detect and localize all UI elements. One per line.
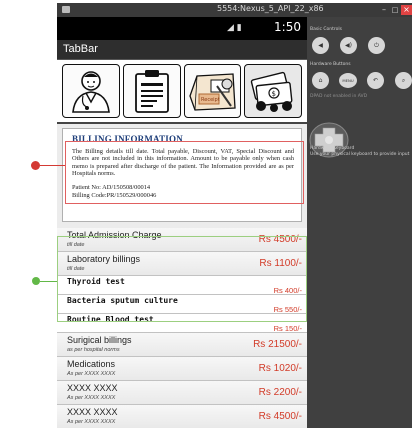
basic-controls-label: Basic Controls xyxy=(310,27,342,32)
callout-leader-1 xyxy=(40,165,65,166)
tab-bar: Receipt $ xyxy=(57,60,307,124)
emulator-control-panel: Basic Controls ◀ ◀) ⏻ Hardware Buttons ⌂… xyxy=(307,17,412,428)
app-title: TabBar xyxy=(63,43,98,55)
row-subtitle: As per XXXX XXXX xyxy=(67,371,116,377)
home-icon[interactable]: ⌂ xyxy=(312,72,329,89)
window-title: 5554:Nexus_5_API_22_x86 xyxy=(217,4,324,13)
billing-row-medications[interactable]: Medications As per XXXX XXXX Rs 1020/- xyxy=(57,357,307,381)
cash-icon: $ xyxy=(250,71,293,112)
billing-row-surgical[interactable]: Surigical billings as per hospital norms… xyxy=(57,333,307,357)
action-bar: TabBar xyxy=(57,40,307,60)
emulator-title-bar: 5554:Nexus_5_API_22_x86 – □ × xyxy=(57,3,412,17)
row-amount: Rs 1020/- xyxy=(258,363,302,374)
dpad-label: DPAD not enabled in AVD xyxy=(310,94,368,99)
close-icon[interactable]: × xyxy=(401,5,412,15)
search-icon[interactable]: ⌕ xyxy=(395,72,412,89)
tab-receipt[interactable]: Receipt xyxy=(183,64,242,118)
doctor-icon xyxy=(71,71,110,113)
menu-button[interactable]: MENU xyxy=(339,73,357,88)
power-icon[interactable]: ⏻ xyxy=(368,37,385,54)
row-subtitle: As per XXXX XXXX xyxy=(67,395,116,401)
volume-down-icon[interactable]: ◀ xyxy=(312,37,329,54)
status-bar: ◢ ▮ 1:50 xyxy=(57,17,307,40)
row-subtitle: As per XXXX XXXX xyxy=(67,419,116,425)
billing-row-other-2[interactable]: XXXX XXXX As per XXXX XXXX Rs 4500/- xyxy=(57,405,307,428)
svg-text:$: $ xyxy=(272,90,276,98)
row-title: XXXX XXXX xyxy=(67,407,118,417)
callout-leader-2 xyxy=(40,281,57,282)
callout-box-2 xyxy=(57,236,307,322)
row-title: Surigical billings xyxy=(67,335,132,345)
volume-up-icon[interactable]: ◀) xyxy=(340,37,357,54)
phone-screen: ◢ ▮ 1:50 TabBar Receipt $ BILLING INFORM… xyxy=(57,17,307,428)
row-subtitle: as per hospital norms xyxy=(67,347,120,353)
tab-doctor[interactable] xyxy=(62,64,120,118)
callout-marker-2 xyxy=(32,277,40,285)
row-amount: Rs 4500/- xyxy=(258,411,302,422)
tab-billing[interactable]: $ xyxy=(244,64,302,118)
hardware-keyboard-label: Hardware Keyboard xyxy=(310,146,355,151)
back-icon[interactable]: ↶ xyxy=(367,72,384,89)
receipt-icon: Receipt xyxy=(189,73,237,111)
svg-text:Receipt: Receipt xyxy=(201,97,220,103)
callout-box-1 xyxy=(65,141,304,204)
callout-marker-1 xyxy=(31,161,40,170)
signal-battery-icon: ◢ ▮ xyxy=(227,23,242,33)
row-amount: Rs 2200/- xyxy=(258,387,302,398)
minimize-icon[interactable]: – xyxy=(379,5,389,15)
status-time: 1:50 xyxy=(274,20,301,34)
clipboard-icon xyxy=(134,70,169,113)
emulator-app-icon xyxy=(62,6,70,13)
billing-row-other-1[interactable]: XXXX XXXX As per XXXX XXXX Rs 2200/- xyxy=(57,381,307,405)
row-title: Medications xyxy=(67,359,116,369)
maximize-icon[interactable]: □ xyxy=(390,5,400,15)
row-amount: Rs 21500/- xyxy=(253,339,302,350)
tab-report[interactable] xyxy=(122,64,181,118)
row-title: XXXX XXXX xyxy=(67,383,118,393)
hardware-keyboard-hint: Use your physical keyboard to provide in… xyxy=(310,152,410,157)
row-amount: Rs 150/- xyxy=(273,324,302,333)
hardware-buttons-label: Hardware Buttons xyxy=(310,62,351,67)
